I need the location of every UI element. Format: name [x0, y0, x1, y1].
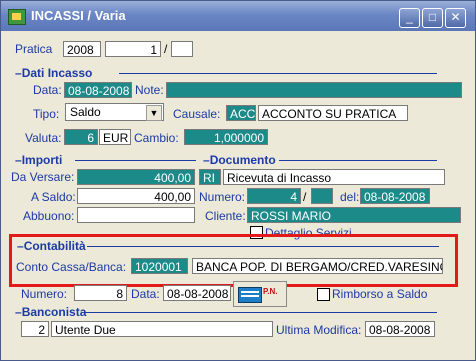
note-label: Note: — [135, 83, 164, 97]
ledger-icon — [238, 287, 262, 303]
cliente-label: Cliente: — [205, 209, 246, 223]
documento-header: –Documento — [203, 153, 276, 167]
divider — [75, 160, 196, 161]
a-saldo-label: A Saldo: — [31, 190, 76, 204]
app-icon — [8, 9, 26, 25]
valuta-num-field[interactable]: 6 — [64, 129, 98, 145]
pratica-suffix-field[interactable] — [171, 41, 193, 57]
a-saldo-field[interactable]: 400,00 — [77, 188, 195, 204]
data-label: Data: — [33, 83, 62, 97]
data-field[interactable]: 08-08-2008 — [64, 82, 132, 98]
documento-separator: / — [303, 190, 307, 204]
del-field[interactable]: 08-08-2008 — [360, 188, 430, 204]
bottom-data-label: Data: — [131, 287, 160, 301]
divider — [87, 246, 439, 247]
title-bar: INCASSI / Varia _ □ ✕ — [1, 1, 475, 31]
conto-desc-field[interactable]: BANCA POP. DI BERGAMO/CRED.VARESINO — [192, 258, 443, 274]
cambio-field[interactable]: 1,000000 — [184, 129, 268, 145]
valuta-code-field[interactable]: EUR — [99, 129, 131, 145]
documento-desc-field[interactable]: Ricevuta di Incasso — [223, 169, 445, 185]
cambio-label: Cambio: — [134, 131, 179, 145]
bottom-numero-field[interactable]: 8 — [74, 285, 127, 301]
contabilita-title: Contabilità — [23, 239, 86, 253]
divider — [85, 312, 437, 313]
chevron-down-icon[interactable]: ▼ — [146, 105, 162, 121]
maximize-button[interactable]: □ — [422, 8, 443, 28]
ultima-modifica-field[interactable]: 08-08-2008 — [365, 321, 435, 337]
dati-incasso-title: Dati Incasso — [21, 66, 93, 80]
tipo-selected: Saldo — [70, 105, 101, 119]
importi-title: Importi — [21, 153, 63, 167]
tipo-select[interactable]: Saldo ▼ — [65, 103, 164, 121]
banconista-title: Banconista — [21, 305, 87, 319]
ultima-modifica-label: Ultima Modifica: — [276, 323, 362, 337]
documento-code-field[interactable]: RI — [199, 169, 221, 185]
conto-code-field[interactable]: 1020001 — [131, 258, 188, 274]
importi-header: –Importi — [15, 153, 63, 167]
divider — [279, 160, 437, 161]
documento-numero-field[interactable]: 4 — [247, 188, 301, 204]
window: INCASSI / Varia _ □ ✕ Pratica 2008 1 / –… — [0, 0, 476, 361]
close-button[interactable]: ✕ — [445, 8, 466, 28]
note-field[interactable] — [166, 82, 462, 98]
documento-suffix-field[interactable] — [311, 188, 333, 204]
contabilita-header: –Contabilità — [17, 239, 86, 253]
pn-label: P.N. — [263, 287, 278, 296]
conto-cassa-label: Conto Cassa/Banca: — [16, 260, 127, 274]
pn-button[interactable]: P.N. — [233, 281, 287, 307]
pratica-separator: / — [164, 42, 168, 56]
banconista-id-field[interactable]: 2 — [21, 321, 49, 337]
banconista-name-field[interactable]: Utente Due — [51, 321, 273, 337]
bottom-data-field[interactable]: 08-08-2008 — [163, 285, 231, 301]
tipo-label: Tipo: — [33, 107, 60, 121]
pratica-label: Pratica — [15, 42, 53, 56]
window-title: INCASSI / Varia — [31, 8, 126, 23]
minimize-button[interactable]: _ — [399, 8, 420, 28]
causale-code-field[interactable]: ACC — [226, 105, 256, 121]
banconista-header: –Banconista — [15, 305, 87, 319]
pratica-number-field[interactable]: 1 — [105, 41, 161, 57]
dati-incasso-header: –Dati Incasso — [15, 66, 93, 80]
documento-title: Documento — [209, 153, 276, 167]
pratica-year-field[interactable]: 2008 — [63, 41, 101, 57]
divider — [119, 73, 437, 74]
da-versare-field[interactable]: 400,00 — [77, 169, 195, 185]
da-versare-label: Da Versare: — [11, 170, 75, 184]
bottom-numero-label: Numero: — [21, 287, 68, 301]
valuta-label: Valuta: — [25, 131, 62, 145]
rimborso-checkbox[interactable] — [317, 288, 330, 301]
rimborso-label: Rimborso a Saldo — [332, 287, 428, 301]
abbuono-label: Abbuono: — [23, 209, 75, 223]
del-label: del: — [340, 190, 360, 204]
cliente-field[interactable]: ROSSI MARIO — [247, 207, 461, 223]
causale-label: Causale: — [173, 107, 221, 121]
causale-desc-field[interactable]: ACCONTO SU PRATICA — [258, 105, 408, 121]
numero-label: Numero: — [199, 190, 246, 204]
abbuono-field[interactable] — [77, 207, 195, 223]
